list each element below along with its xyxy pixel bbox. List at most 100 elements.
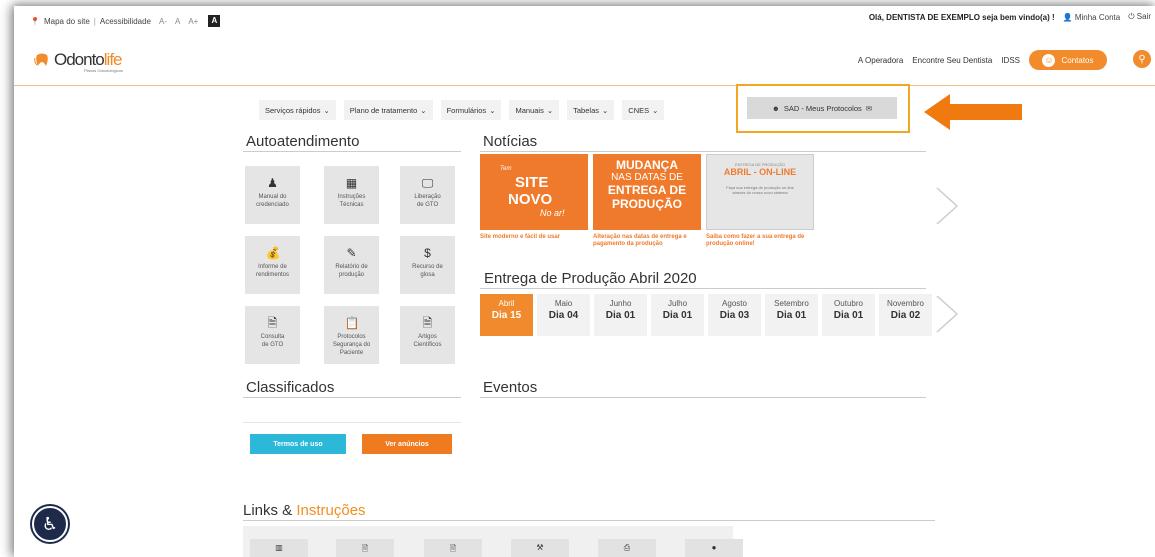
utility-bar: 📍 Mapa do site | Acessibilidade A- A A+ … — [14, 6, 1155, 28]
wheelchair-icon: ♿ — [41, 513, 59, 534]
date-card-agosto[interactable]: Agosto Dia 03 — [708, 294, 761, 336]
section-rule — [480, 397, 926, 398]
high-contrast-button[interactable]: A — [208, 15, 221, 27]
link-tile-1[interactable]: ▥ — [250, 539, 308, 557]
noticias-title: Notícias — [483, 133, 538, 150]
my-account-label: Minha Conta — [1074, 12, 1121, 22]
news-card-abril-online[interactable]: ENTREGA DE PRODUÇÃO ABRIL - ON-LINE Faça… — [706, 154, 814, 230]
greeting-text: Olá, DENTISTA DE EXEMPLO seja bem vindo(… — [868, 12, 1055, 22]
logout-link[interactable]: ⏻ Sair — [1128, 12, 1151, 22]
date-card-maio[interactable]: Maio Dia 04 — [537, 294, 590, 336]
book-icon: ▦ — [345, 176, 358, 190]
tools-icon: ⚒ — [536, 543, 544, 552]
search-button[interactable]: ⚲ — [1133, 50, 1151, 68]
sad-protocolos-button[interactable]: ☻ SAD - Meus Protocolos ✉ — [747, 97, 897, 119]
tile-recurso-glosa[interactable]: $ Recurso de glosa — [400, 236, 455, 294]
news-caption-1[interactable]: Site moderno e fácil de usar — [480, 234, 590, 241]
barcode-icon: ▥ — [275, 543, 283, 552]
link-tile-6[interactable]: ● — [685, 539, 743, 557]
browser-page: 📍 Mapa do site | Acessibilidade A- A A+ … — [14, 6, 1155, 557]
date-card-julho[interactable]: Julho Dia 01 — [651, 294, 704, 336]
tile-liberacao-gto[interactable]: 🖵 Liberação de GTO — [400, 166, 455, 224]
nav-idss[interactable]: IDSS — [1001, 56, 1020, 65]
logo[interactable]: Odontolife — [34, 50, 122, 70]
nav-encontre-dentista[interactable]: Encontre Seu Dentista — [912, 56, 992, 65]
document-search-icon: 🗎 — [422, 316, 433, 330]
autoatendimento-title: Autoatendimento — [246, 133, 360, 150]
menu-cnes[interactable]: CNES ⌄ — [622, 100, 665, 120]
circle-icon: ● — [711, 543, 717, 552]
my-account-link[interactable]: 👤 Minha Conta — [1063, 13, 1121, 22]
contatos-button[interactable]: ☺ Contatos — [1029, 50, 1107, 70]
date-card-abril[interactable]: Abril Dia 15 — [480, 294, 533, 336]
date-card-novembro[interactable]: Novembro Dia 02 — [879, 294, 932, 336]
tile-protocolos-seguranca[interactable]: 📋 Protocolos Segurança do Paciente — [324, 306, 379, 364]
separator: | — [93, 16, 96, 26]
news-card-site-novo[interactable]: Tem SITE NOVO No ar! — [480, 154, 588, 230]
link-tile-3[interactable]: 🗎 — [424, 539, 482, 557]
carousel-next-icon[interactable] — [934, 186, 960, 226]
menu-tabelas[interactable]: Tabelas ⌄ — [567, 100, 615, 120]
header-divider — [14, 85, 1155, 86]
tile-informe-rendimentos[interactable]: 💰 Informe de rendimentos — [245, 236, 300, 294]
chevron-down-icon: ⌄ — [652, 105, 659, 115]
news-caption-3[interactable]: Saiba como fazer a sua entrega de produç… — [706, 234, 821, 248]
tile-relatorio-producao[interactable]: ✎ Relatório de produção — [324, 236, 379, 294]
link-tile-5[interactable]: ⎙ — [598, 539, 656, 557]
tile-consulta-gto[interactable]: 🗎 Consulta de GTO — [245, 306, 300, 364]
link-tile-4[interactable]: ⚒ — [511, 539, 569, 557]
dates-next-icon[interactable] — [934, 294, 960, 334]
ver-anuncios-button[interactable]: Ver anúncios — [362, 434, 452, 454]
submenu: Serviços rápidos ⌄ Plano de tratamento ⌄ F… — [259, 100, 665, 120]
links-title: Links & Instruções — [243, 502, 366, 519]
menu-plano-tratamento[interactable]: Plano de tratamento ⌄ — [343, 100, 433, 120]
document-icon: 🗎 — [449, 544, 457, 553]
chevron-down-icon: ⌄ — [323, 105, 330, 115]
tile-manual-credenciado[interactable]: ♟ Manual do credenciado — [245, 166, 300, 224]
chevron-down-icon: ⌄ — [489, 105, 496, 115]
menu-formularios[interactable]: Formulários ⌄ — [440, 100, 502, 120]
section-rule — [480, 288, 926, 289]
site-map-link[interactable]: Mapa do site — [44, 17, 90, 26]
font-normal-button[interactable]: A — [175, 17, 180, 26]
report-icon: ✎ — [346, 246, 357, 260]
chevron-down-icon: ⌄ — [420, 105, 427, 115]
section-rule — [480, 151, 926, 152]
termos-de-uso-button[interactable]: Termos de uso — [250, 434, 346, 454]
logo-text: Odontolife — [54, 50, 122, 69]
accessibility-link[interactable]: Acessibilidade — [100, 17, 151, 26]
news-caption-2[interactable]: Alteração nas datas de entrega e pagamen… — [593, 234, 703, 248]
dentist-icon: ☻ — [771, 103, 780, 113]
logout-label: Sair — [1136, 12, 1151, 21]
document-icon: 🗎 — [361, 544, 369, 553]
date-card-junho[interactable]: Junho Dia 01 — [594, 294, 647, 336]
monitor-icon: 🖵 — [421, 176, 434, 190]
tooth-logo-icon — [34, 53, 48, 66]
sad-label: SAD - Meus Protocolos — [783, 103, 862, 113]
font-decrease-button[interactable]: A- — [159, 17, 167, 26]
tile-artigos-cientificos[interactable]: 🗎 Artigos Científicos — [400, 306, 455, 364]
tile-instrucoes-tecnicas[interactable]: ▦ Instruções Técnicas — [324, 166, 379, 224]
delivery-dates: Abril Dia 15 Maio Dia 04 Junho Dia 01 Julho… — [480, 294, 932, 336]
section-rule — [243, 397, 461, 398]
section-rule — [243, 151, 461, 152]
user-icon: 👤 — [1062, 12, 1073, 22]
nav-operadora[interactable]: A Operadora — [858, 56, 903, 65]
accessibility-widget-button[interactable]: ♿ — [32, 506, 68, 542]
chevron-down-icon: ⌄ — [546, 105, 554, 115]
search-icon: ⚲ — [1138, 53, 1146, 65]
links-area — [243, 526, 733, 557]
headset-icon: ☺ — [1042, 53, 1056, 67]
date-card-outubro[interactable]: Outubro Dia 01 — [822, 294, 875, 336]
link-tile-2[interactable]: 🗎 — [336, 539, 394, 557]
money-bag-icon: 💰 — [265, 246, 281, 260]
power-icon: ⏻ — [1128, 12, 1135, 21]
news-card-mudanca-datas[interactable]: MUDANÇA NAS DATAS DE ENTREGA DE PRODUÇÃO — [593, 154, 701, 230]
entrega-title: Entrega de Produção Abril 2020 — [484, 270, 697, 287]
menu-servicos-rapidos[interactable]: Serviços rápidos ⌄ — [259, 100, 336, 120]
main-nav: A Operadora Encontre Seu Dentista IDSS ☺… — [858, 50, 1107, 70]
font-increase-button[interactable]: A+ — [188, 17, 198, 26]
menu-manuais[interactable]: Manuais ⌄ — [509, 100, 560, 120]
date-card-setembro[interactable]: Setembro Dia 01 — [765, 294, 818, 336]
coin-icon: $ — [424, 246, 431, 260]
